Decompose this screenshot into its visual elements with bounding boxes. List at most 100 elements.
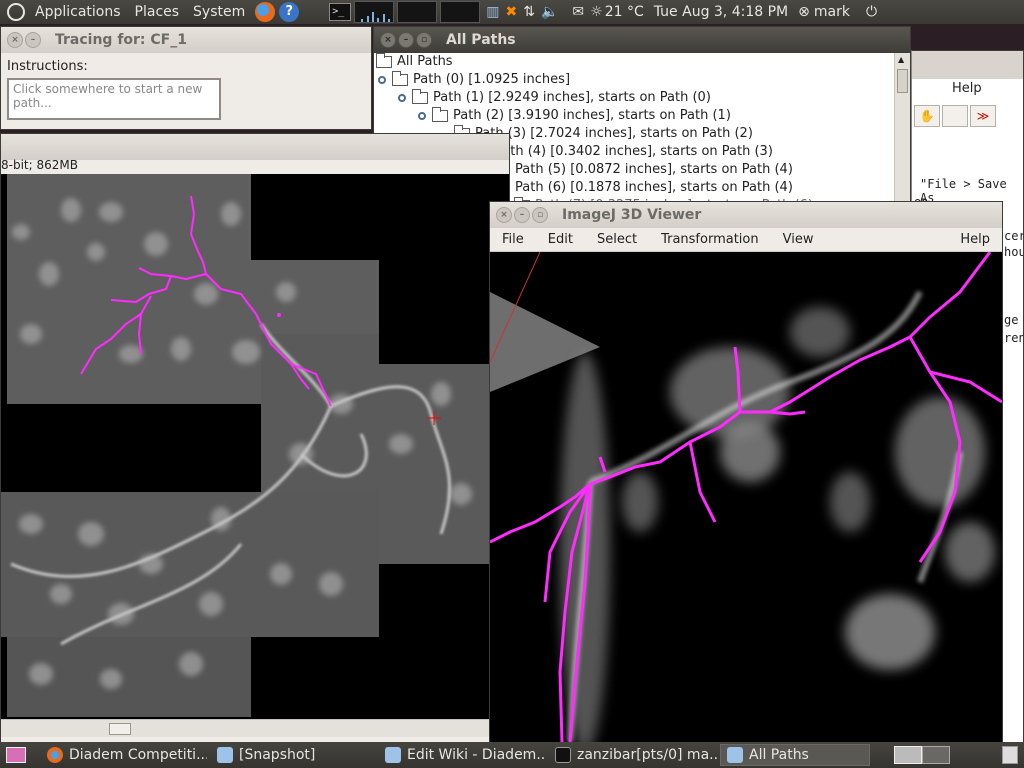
imagej-icon xyxy=(727,747,743,763)
bg-text-line: ren xyxy=(1004,331,1024,345)
menu-transformation[interactable]: Transformation xyxy=(649,232,771,247)
menu-view[interactable]: View xyxy=(771,232,826,247)
network-arrows-icon[interactable]: ⇅ xyxy=(523,4,535,20)
bg-text-line: cer xyxy=(1004,229,1024,243)
viewer-title: ImageJ 3D Viewer xyxy=(562,207,702,223)
task-edit-wiki[interactable]: Edit Wiki - Diadem... xyxy=(378,744,546,766)
terminal-launcher-icon[interactable]: >_ xyxy=(329,3,352,21)
scrollbar-thumb[interactable] xyxy=(897,69,908,93)
imagej-tray-icon[interactable]: ▥ xyxy=(486,4,499,20)
weather-temperature[interactable]: 21 °C xyxy=(605,4,644,20)
tree-item[interactable]: Path (6) [0.1878 inches], starts on Path… xyxy=(494,179,793,197)
tree-item[interactable]: Path (0) [1.0925 inches] xyxy=(378,71,570,89)
minimize-icon[interactable]: – xyxy=(398,32,414,48)
tracing-titlebar[interactable]: × – Tracing for: CF_1 xyxy=(1,27,371,53)
places-menu[interactable]: Places xyxy=(135,4,180,20)
memory-monitor-graph[interactable] xyxy=(440,1,481,23)
firefox-launcher-icon[interactable] xyxy=(255,2,276,22)
tree-item[interactable]: Path (5) [0.0872 inches], starts on Path… xyxy=(494,161,793,179)
hand-tool-icon[interactable]: ✋ xyxy=(914,105,940,127)
help-launcher-icon[interactable]: ? xyxy=(279,2,300,22)
workspace-1[interactable] xyxy=(894,746,922,764)
image-titlebar[interactable] xyxy=(1,134,509,160)
menu-edit[interactable]: Edit xyxy=(536,232,585,247)
3d-viewer-canvas[interactable] xyxy=(490,252,1003,742)
task-label: zanzibar[pts/0] ma... xyxy=(577,747,718,763)
task-all-paths[interactable]: All Paths xyxy=(720,744,870,766)
tree-item-label: Path (4) [0.3402 inches], starts on Path… xyxy=(495,144,773,159)
system-menu[interactable]: System xyxy=(193,4,245,20)
close-icon[interactable]: × xyxy=(496,207,512,223)
trash-icon[interactable] xyxy=(1002,746,1018,764)
imagej-icon xyxy=(217,747,233,763)
minimize-icon[interactable]: – xyxy=(25,32,41,48)
volume-icon[interactable]: 🔈 xyxy=(541,4,558,20)
all-paths-titlebar[interactable]: × – ▫ All Paths xyxy=(374,27,910,53)
image-canvas[interactable] xyxy=(1,174,510,719)
imagej-icon xyxy=(385,747,401,763)
task-diadem-competition[interactable]: Diadem Competiti... xyxy=(40,744,208,766)
power-icon[interactable]: ⏻ xyxy=(866,4,877,20)
ubuntu-logo-icon[interactable] xyxy=(7,3,25,21)
show-desktop-icon[interactable] xyxy=(6,747,26,763)
top-panel: Applications Places System ? >_ ▥ ✖ ⇅ 🔈 … xyxy=(0,0,1024,24)
paths-scrollbar[interactable]: ▲ xyxy=(894,53,910,213)
viewer-menubar: File Edit Select Transformation View Hel… xyxy=(490,228,1002,252)
user-name[interactable]: mark xyxy=(814,4,850,20)
toolbar-blank-button[interactable] xyxy=(942,105,968,127)
tracing-title: Tracing for: CF_1 xyxy=(55,32,187,48)
image-horizontal-scrollbar[interactable] xyxy=(1,719,491,737)
network-monitor-graph[interactable] xyxy=(397,1,438,23)
tree-item[interactable]: Path (4) [0.3402 inches], starts on Path… xyxy=(474,143,773,161)
instructions-text[interactable]: Click somewhere to start a new path... xyxy=(7,78,221,120)
task-label: Edit Wiki - Diadem... xyxy=(407,747,546,763)
tree-item-label: Path (2) [3.9190 inches], starts on Path… xyxy=(453,108,731,123)
workspace-2[interactable] xyxy=(922,746,950,764)
expand-toggle-icon[interactable] xyxy=(378,76,386,84)
background-window-titlebar xyxy=(912,51,1023,79)
tree-root[interactable]: All Paths xyxy=(376,53,453,71)
expand-toggle-icon[interactable] xyxy=(398,94,406,102)
more-tools-icon[interactable]: ≫ xyxy=(970,105,996,127)
menu-select[interactable]: Select xyxy=(585,232,649,247)
bg-text-line: hou xyxy=(1004,245,1024,259)
menu-file[interactable]: File xyxy=(490,232,536,247)
close-icon[interactable]: × xyxy=(7,32,23,48)
task-label: All Paths xyxy=(749,747,809,763)
bottom-taskbar: Diadem Competiti... [Snapshot] Edit Wiki… xyxy=(0,742,1024,768)
scrollbar-thumb[interactable] xyxy=(109,723,131,735)
background-help-menu[interactable]: Help xyxy=(952,81,982,96)
task-label: [Snapshot] xyxy=(239,747,316,763)
firefox-icon xyxy=(47,747,63,763)
menu-help[interactable]: Help xyxy=(948,232,1002,247)
weather-icon: ☼ xyxy=(590,4,603,20)
bg-text-line: ge xyxy=(1004,313,1019,327)
tree-item-label: Path (5) [0.0872 inches], starts on Path… xyxy=(515,162,793,177)
applications-menu[interactable]: Applications xyxy=(35,4,121,20)
workspace-switcher[interactable] xyxy=(894,746,950,764)
folder-icon xyxy=(392,71,408,86)
expand-toggle-icon[interactable] xyxy=(418,112,426,120)
folder-icon xyxy=(432,107,448,122)
task-snapshot[interactable]: [Snapshot] xyxy=(210,744,376,766)
image-window: 8-bit; 862MB xyxy=(0,133,510,743)
clock[interactable]: Tue Aug 3, 4:18 PM xyxy=(654,4,788,20)
tree-item[interactable]: Path (1) [2.9249 inches], starts on Path… xyxy=(398,89,711,107)
tree-item[interactable]: Path (2) [3.9190 inches], starts on Path… xyxy=(418,107,731,125)
maximize-icon[interactable]: ▫ xyxy=(416,32,432,48)
terminal-icon xyxy=(555,747,571,763)
task-terminal[interactable]: zanzibar[pts/0] ma... xyxy=(548,744,718,766)
mail-icon[interactable]: ✉ xyxy=(572,4,584,20)
tree-root-label: All Paths xyxy=(397,54,453,69)
close-icon[interactable]: × xyxy=(380,32,396,48)
system-monitor-graph[interactable] xyxy=(354,1,395,23)
folder-icon xyxy=(412,89,428,104)
instructions-label: Instructions: xyxy=(7,59,88,74)
minimize-icon[interactable]: – xyxy=(514,207,530,223)
maximize-icon[interactable]: ▫ xyxy=(532,207,548,223)
scroll-up-icon[interactable]: ▲ xyxy=(898,55,904,64)
tree-item-label: Path (6) [0.1878 inches], starts on Path… xyxy=(515,180,793,195)
viewer-titlebar[interactable]: × – ▫ ImageJ 3D Viewer xyxy=(490,202,1002,228)
task-label: Diadem Competiti... xyxy=(69,747,208,763)
cross-tray-icon[interactable]: ✖ xyxy=(506,4,518,20)
